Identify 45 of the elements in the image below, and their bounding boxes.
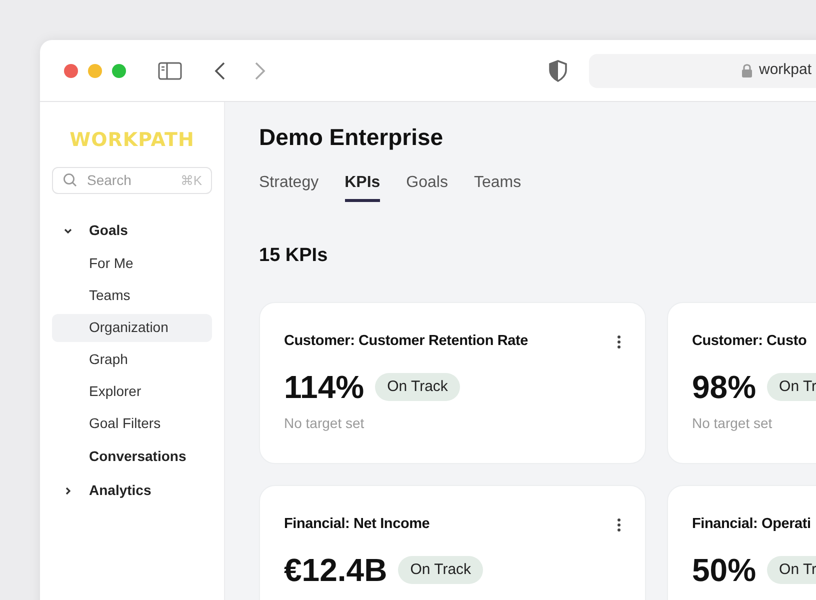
kpi-value: €12.4B: [284, 550, 388, 590]
kpi-value: 50%: [692, 550, 756, 590]
kpi-note: No target set: [692, 414, 774, 433]
kpi-title: Financial: Net Income: [284, 515, 430, 534]
sidebar-item[interactable]: Graph: [52, 346, 212, 374]
kpi-card[interactable]: Customer: Customer Retention Rate 114% On Track No target set: [259, 302, 646, 464]
tab[interactable]: KPIs: [344, 170, 380, 202]
kpi-card[interactable]: Financial: Net Income €12.4B On Track: [259, 485, 646, 600]
page-title: Demo Enterprise: [259, 123, 444, 152]
kpi-note: No target set: [284, 414, 366, 433]
url-text: workpat: [759, 60, 812, 80]
close-icon[interactable]: [64, 64, 78, 78]
address-bar[interactable]: workpat: [589, 54, 816, 88]
status-badge: On Track: [398, 556, 484, 584]
search-icon: [63, 172, 77, 186]
lock-icon: [741, 63, 753, 78]
status-badge: On Tr: [767, 556, 816, 584]
shortcut-hint: ⌘K: [180, 172, 202, 190]
sidebar-item[interactable]: Organization: [52, 314, 212, 342]
kpi-title: Financial: Operati: [692, 515, 811, 534]
kpi-value: 98%: [692, 368, 756, 407]
kpi-count: 15 KPIs: [259, 244, 329, 268]
sidebar-item[interactable]: Goal Filters: [52, 410, 212, 438]
chevron-icon[interactable]: [63, 486, 73, 496]
status-badge: On Tr: [767, 372, 816, 401]
kpi-card[interactable]: Financial: Operati 50% On Tr: [667, 485, 816, 600]
sidebar-section[interactable]: Conversations: [89, 446, 186, 467]
kpi-card[interactable]: Customer: Custo 98% On Tr No target set: [667, 302, 816, 464]
tab[interactable]: Teams: [474, 170, 522, 202]
sidebar-section[interactable]: Goals: [89, 220, 128, 241]
kpi-title: Customer: Customer Retention Rate: [284, 332, 528, 351]
sidebar-item[interactable]: Teams: [52, 282, 212, 310]
more-icon[interactable]: [617, 334, 621, 349]
back-icon[interactable]: [214, 60, 226, 80]
tab[interactable]: Strategy: [259, 170, 319, 202]
kpi-title: Customer: Custo: [692, 332, 807, 351]
shield-icon[interactable]: [549, 60, 567, 82]
sidebar-icon[interactable]: [158, 62, 182, 80]
sidebar-item[interactable]: Explorer: [52, 378, 212, 406]
sidebar-section[interactable]: Analytics: [89, 480, 152, 501]
more-icon[interactable]: [617, 518, 621, 532]
tab[interactable]: Goals: [406, 170, 448, 202]
status-badge: On Track: [375, 372, 460, 401]
kpi-value: 114%: [284, 368, 364, 407]
sidebar-item[interactable]: For Me: [52, 250, 212, 278]
